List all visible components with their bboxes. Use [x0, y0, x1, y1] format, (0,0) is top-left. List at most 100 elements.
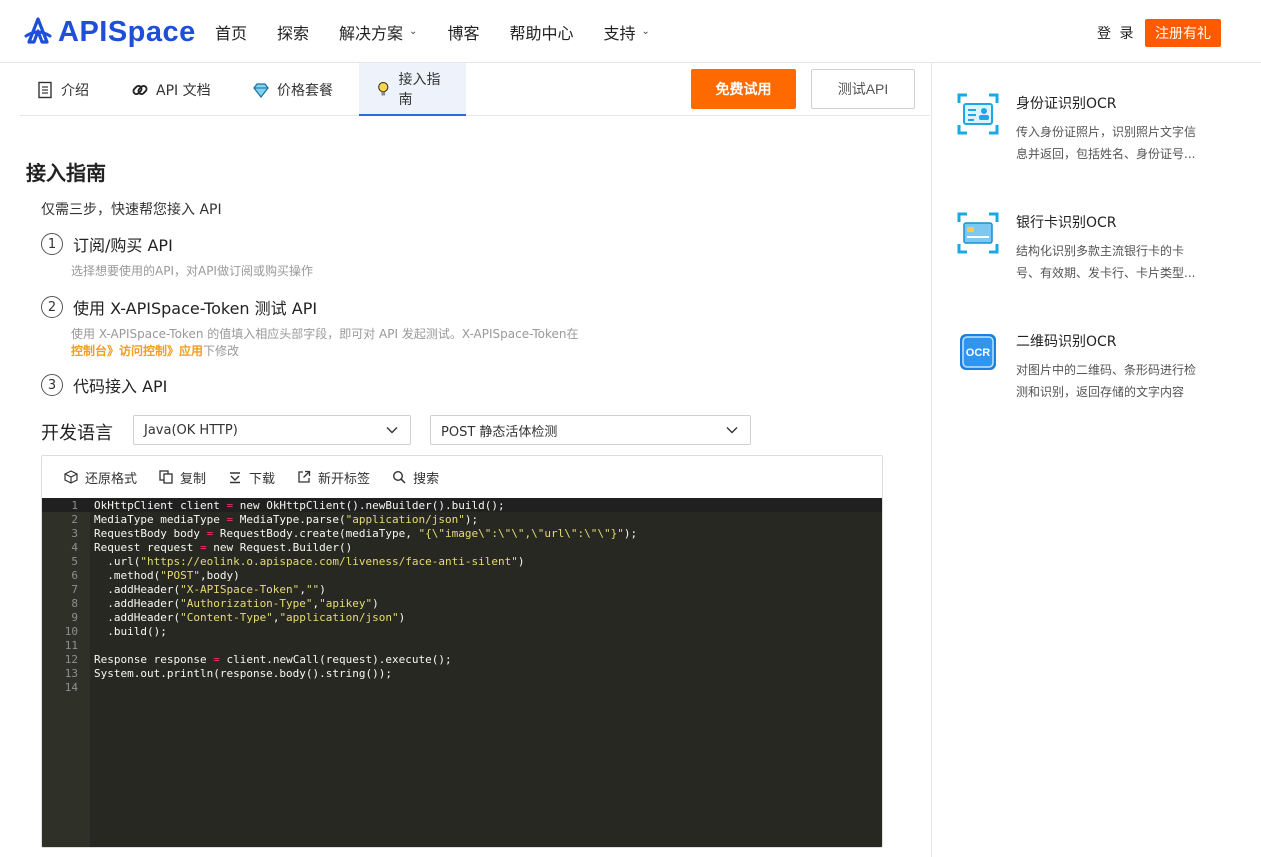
- code-line: .build();: [94, 625, 167, 638]
- related-api-desc: 对图片中的二维码、条形码进行检测和识别，返回存储的文字内容: [1016, 363, 1197, 399]
- step-2-desc-text: 使用 X-APISpace-Token 的值填入相应头部字段，即可对 API 发…: [71, 327, 579, 341]
- id-card-icon: [957, 93, 999, 135]
- line-number: 5: [71, 555, 78, 568]
- nav-help-label: 帮助中心: [509, 23, 574, 43]
- related-api-desc: 结构化识别多款主流银行卡的卡号、有效期、发卡行、卡片类型...: [1016, 244, 1196, 280]
- related-api-name: 二维码识别OCR: [1016, 334, 1117, 350]
- line-number: 12: [64, 653, 78, 666]
- tab-intro[interactable]: 介绍: [20, 63, 105, 116]
- nav-help[interactable]: 帮助中心: [509, 20, 573, 44]
- test-api-button[interactable]: 测试API: [811, 69, 915, 109]
- related-api-name: 身份证识别OCR: [1016, 96, 1117, 112]
- external-link-icon: [298, 470, 311, 483]
- reformat-button[interactable]: 还原格式: [64, 468, 137, 487]
- line-number: 2: [71, 513, 78, 526]
- step-2-desc-tail: 下修改: [203, 344, 240, 358]
- code-line: Request request = new Request.Builder(): [94, 541, 353, 554]
- chevron-down-icon: ⌄: [409, 26, 418, 37]
- step-title: 代码接入 API: [73, 377, 168, 396]
- endpoint-select[interactable]: POST 静态活体检测: [430, 415, 751, 445]
- code-line: OkHttpClient client = new OkHttpClient()…: [94, 499, 505, 512]
- copy-button[interactable]: 复制: [159, 468, 206, 487]
- qr-ocr-badge: OCR: [966, 347, 991, 359]
- line-number: 14: [64, 681, 78, 694]
- line-number: 11: [64, 639, 78, 652]
- document-icon: [38, 81, 52, 98]
- download-icon: [230, 472, 241, 484]
- reformat-label: 还原格式: [85, 471, 138, 487]
- search-button[interactable]: 搜索: [392, 468, 439, 487]
- nav-solutions[interactable]: 解决方案 ⌄: [339, 20, 417, 44]
- nav-support-label: 支持: [603, 23, 636, 43]
- code-editor[interactable]: 1 OkHttpClient client = new OkHttpClient(…: [42, 498, 882, 847]
- nav-blog-label: 博客: [447, 23, 480, 43]
- step-number: 2: [41, 296, 63, 318]
- related-api-desc: 传入身份证照片，识别照片文字信息并返回，包括姓名、身份证号...: [1016, 125, 1197, 161]
- tab-api-docs[interactable]: API 文档: [115, 63, 227, 116]
- search-icon: [393, 470, 406, 484]
- link-icon: [132, 84, 148, 95]
- tab-intro-label: 介绍: [61, 82, 89, 99]
- download-label: 下载: [249, 471, 276, 487]
- code-line: Response response = client.newCall(reque…: [94, 653, 452, 666]
- lightbulb-icon: [378, 81, 389, 95]
- apispace-logo-icon: [24, 17, 52, 44]
- code-line: .method("POST",body): [94, 569, 240, 582]
- qr-ocr-icon: OCR: [960, 334, 996, 370]
- code-line: .url("https://eolink.o.apispace.com/live…: [94, 555, 525, 568]
- code-line: System.out.println(response.body().strin…: [94, 667, 393, 680]
- line-number: 9: [71, 611, 78, 624]
- login-link[interactable]: 登 录: [1097, 23, 1135, 43]
- code-toolbar: 还原格式 复制 下载 新开标签 搜索: [42, 456, 882, 498]
- step-title: 使用 X-APISpace-Token 测试 API: [73, 299, 318, 318]
- step-number: 1: [41, 233, 63, 255]
- step-3: 3 代码接入 API: [41, 373, 167, 397]
- sidebar-divider: [931, 63, 932, 857]
- search-label: 搜索: [413, 471, 440, 487]
- related-api-name: 银行卡识别OCR: [1016, 215, 1117, 231]
- tab-integration-guide[interactable]: 接入指南: [359, 63, 466, 116]
- tab-integration-guide-label: 接入指南: [398, 71, 441, 108]
- step-2: 2 使用 X-APISpace-Token 测试 API: [41, 295, 317, 319]
- line-number: 7: [71, 583, 78, 596]
- tab-pricing[interactable]: 价格套餐: [236, 63, 349, 116]
- register-button[interactable]: 注册有礼: [1145, 19, 1221, 47]
- line-number: 13: [64, 667, 78, 680]
- nav-home[interactable]: 首页: [215, 20, 247, 44]
- tab-api-docs-label: API 文档: [156, 82, 211, 99]
- code-line: .addHeader("Authorization-Type","apikey"…: [94, 597, 379, 610]
- line-number: 6: [71, 569, 78, 582]
- tab-pricing-label: 价格套餐: [277, 82, 333, 99]
- nav-blog[interactable]: 博客: [447, 20, 479, 44]
- console-access-link[interactable]: 控制台》访问控制》应用: [71, 344, 203, 358]
- brand-name: APISpace: [58, 15, 196, 48]
- step-number: 3: [41, 374, 63, 396]
- nav-explore[interactable]: 探索: [277, 20, 309, 44]
- line-number: 1: [71, 499, 78, 512]
- code-line: RequestBody body = RequestBody.create(me…: [94, 527, 638, 540]
- line-number: 8: [71, 597, 78, 610]
- line-number: 3: [71, 527, 78, 540]
- chevron-down-icon: [386, 427, 398, 434]
- guide-intro: 仅需三步，快速帮您接入 API: [41, 202, 222, 218]
- language-select[interactable]: Java(OK HTTP): [133, 415, 411, 445]
- download-button[interactable]: 下载: [228, 468, 275, 487]
- language-select-value: Java(OK HTTP): [144, 422, 238, 438]
- nav-home-label: 首页: [215, 23, 248, 43]
- code-line: MediaType mediaType = MediaType.parse("a…: [94, 513, 479, 526]
- main-nav: 首页 探索 解决方案 ⌄ 博客 帮助中心 支持 ⌄: [215, 0, 680, 63]
- brand-logo[interactable]: APISpace: [22, 15, 196, 49]
- nav-support[interactable]: 支持 ⌄: [603, 20, 649, 44]
- chevron-down-icon: ⌄: [641, 26, 650, 37]
- copy-label: 复制: [180, 471, 207, 487]
- open-new-tab-button[interactable]: 新开标签: [297, 468, 370, 487]
- page-title: 接入指南: [26, 161, 106, 185]
- step-1-desc: 选择想要使用的API，对API做订阅或购买操作: [71, 264, 313, 278]
- step-1: 1 订阅/购买 API: [41, 232, 173, 256]
- free-trial-button[interactable]: 免费试用: [691, 69, 796, 109]
- diamond-icon: [253, 82, 269, 98]
- chevron-down-icon: [726, 427, 738, 434]
- code-line: .addHeader("X-APISpace-Token",""): [94, 583, 326, 596]
- code-panel: 还原格式 复制 下载 新开标签 搜索 1 OkHttpClient client …: [41, 455, 883, 848]
- step-title: 订阅/购买 API: [73, 236, 173, 255]
